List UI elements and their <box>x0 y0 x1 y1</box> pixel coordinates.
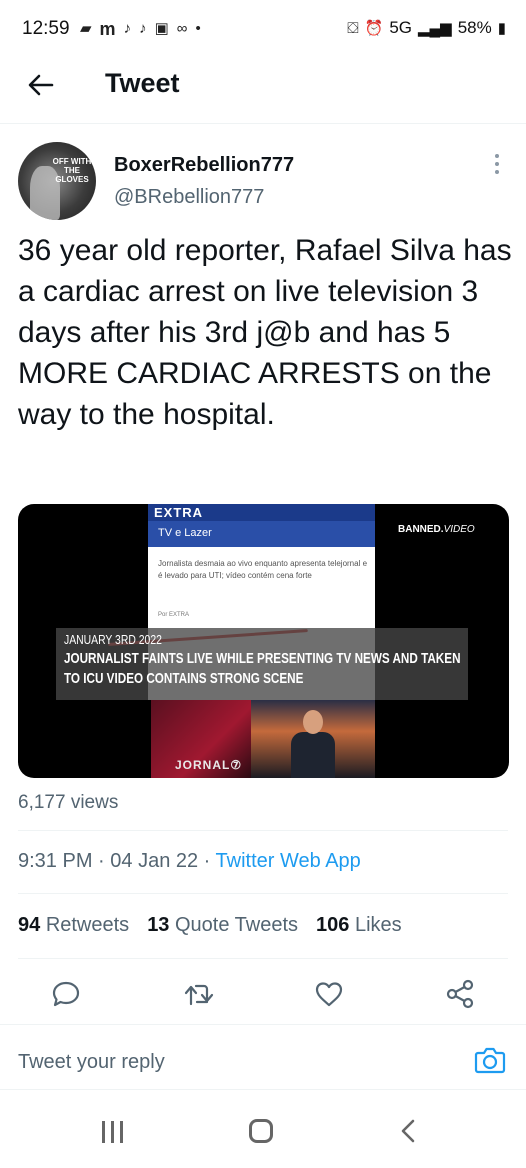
page-title: Tweet <box>105 68 180 98</box>
message-icon: ▰ <box>80 20 92 37</box>
likes-stat[interactable]: 106 Likes <box>316 914 402 937</box>
likes-count: 106 <box>316 914 350 936</box>
article-byline: Por EXTRA <box>158 612 190 618</box>
article-text: Jornalista desmaia ao vivo enquanto apre… <box>158 559 368 580</box>
reply-icon[interactable] <box>50 978 82 1010</box>
retweets-stat[interactable]: 94 Retweets <box>18 914 129 937</box>
section-label: TV e Lazer <box>158 527 212 539</box>
caption-date: JANUARY 3RD 2022 <box>64 632 162 647</box>
channel-label: JORNAL⑦ <box>175 758 243 772</box>
retweets-count: 94 <box>18 914 41 936</box>
notification-icons: ▰ m ♪ ♪ ▣ ∞ • <box>80 20 201 38</box>
tweet-actions <box>0 972 526 1016</box>
reply-composer[interactable]: Tweet your reply <box>0 1024 526 1090</box>
display-name[interactable]: BoxerRebellion777 <box>114 154 294 177</box>
avatar[interactable]: OFF WITH THE GLOVES <box>18 142 96 220</box>
voicemail-icon: ∞ <box>176 20 188 37</box>
retweets-label: Retweets <box>45 914 130 936</box>
retweet-icon[interactable] <box>183 978 215 1010</box>
tweet-date: 04 Jan 22 <box>110 850 199 872</box>
avatar-text: OFF WITH THE GLOVES <box>52 157 92 184</box>
user-handle[interactable]: @BRebellion777 <box>114 186 264 209</box>
caption-line-1: JOURNALIST FAINTS LIVE WHILE PRESENTING … <box>64 650 461 667</box>
view-count: 6,177 views <box>18 792 119 813</box>
m-icon: m <box>99 19 116 39</box>
system-back-icon[interactable] <box>398 1118 420 1144</box>
tweet-timestamp: 9:31 PM · 04 Jan 22 · Twitter Web App <box>18 850 361 872</box>
tiktok-icon: ♪ <box>123 20 132 37</box>
caption-line-2: TO ICU VIDEO CONTAINS STRONG SCENE <box>64 670 304 687</box>
share-icon[interactable] <box>444 978 476 1010</box>
home-icon[interactable] <box>249 1119 273 1143</box>
battery-level: 58% <box>457 18 492 37</box>
more-options-icon[interactable] <box>487 150 507 184</box>
likes-label: Likes <box>354 914 402 936</box>
divider <box>18 958 508 959</box>
quotes-count: 13 <box>147 914 170 936</box>
video-still: JORNAL⑦ <box>151 700 375 778</box>
tiktok-icon: ♪ <box>139 20 147 37</box>
extra-bar: EXTRA <box>148 504 375 521</box>
tweet-time: 9:31 PM <box>18 850 93 872</box>
battery-icon: ▮ <box>497 20 506 37</box>
quotes-label: Quote Tweets <box>175 914 299 936</box>
abc-icon: ▣ <box>154 20 169 37</box>
watermark-light: VIDEO <box>443 524 475 535</box>
quote-tweets-stat[interactable]: 13 Quote Tweets <box>147 914 298 937</box>
source-app-link[interactable]: Twitter Web App <box>216 850 361 872</box>
status-time: 12:59 <box>22 18 70 39</box>
reply-input-placeholder[interactable]: Tweet your reply <box>18 1051 165 1074</box>
network-type: 5G <box>389 18 412 37</box>
alarm-icon: ⏰ <box>364 20 384 37</box>
top-app-bar: Tweet <box>0 58 526 124</box>
video-caption: JANUARY 3RD 2022 JOURNALIST FAINTS LIVE … <box>56 628 468 700</box>
divider <box>18 830 508 831</box>
divider <box>18 893 508 894</box>
sync-icon: ⛋ <box>347 19 359 37</box>
like-icon[interactable] <box>313 978 345 1010</box>
recent-apps-icon[interactable] <box>102 1121 126 1143</box>
system-navigation-bar <box>0 1096 526 1168</box>
watermark-bold: BANNED. <box>398 524 444 535</box>
tweet-media-video[interactable]: EXTRA TV e Lazer Jornalista desmaia ao v… <box>18 504 509 778</box>
back-arrow-icon[interactable] <box>26 70 56 100</box>
tweet-text: 36 year old reporter, Rafael Silva has a… <box>18 234 512 431</box>
dot-icon: • <box>195 20 201 37</box>
system-icons: ⛋ ⏰ 5G ▂▄▆ 58% ▮ <box>347 18 506 38</box>
watermark: BANNED.VIDEO <box>398 524 475 535</box>
status-bar: 12:59 ▰ m ♪ ♪ ▣ ∞ • ⛋ ⏰ 5G ▂▄▆ 58% ▮ <box>0 0 526 58</box>
engagement-stats: 94 Retweets 13 Quote Tweets 106 Likes <box>18 914 402 937</box>
signal-icon: ▂▄▆ <box>418 20 452 37</box>
section-bar: TV e Lazer <box>148 521 375 547</box>
extra-logo: EXTRA <box>154 505 204 520</box>
camera-icon[interactable] <box>474 1045 506 1075</box>
news-anchor <box>291 710 335 778</box>
